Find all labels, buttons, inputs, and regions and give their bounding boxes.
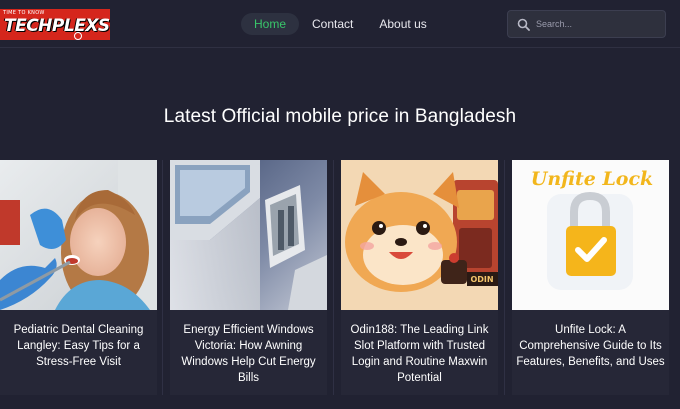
card-divider [162,160,163,395]
post-card[interactable]: Energy Efficient Windows Victoria: How A… [170,160,327,395]
logo-wordmark: TECHPLEXS [4,16,110,36]
top-navigation-bar: TIME TO KNOW TECHPLEXS Home Contact Abou… [0,0,680,48]
search-input[interactable] [536,16,661,32]
search-box [507,10,666,38]
section-title: Latest Official mobile price in Banglade… [163,106,517,127]
svg-text:ODIN: ODIN [470,275,493,284]
nav-home-link[interactable]: Home [241,13,300,35]
nav-about-link[interactable]: About us [366,13,439,35]
padlock-caption: Unfite Lock [531,168,653,190]
logo-badge-icon [74,32,82,40]
window-frame-photo[interactable] [170,160,327,310]
padlock-illustration[interactable]: Unfite Lock [512,160,669,310]
search-icon[interactable] [517,18,530,31]
post-card[interactable]: Unfite Lock Unfite Lock: A Comprehensive… [512,160,669,395]
cartoon-dog-illustration[interactable]: ODIN [341,160,498,310]
post-card[interactable]: ODIN Odin188: The Leading Link Slot Plat… [341,160,498,395]
post-title[interactable]: Energy Efficient Windows Victoria: How A… [174,322,323,386]
dentist-child-photo[interactable] [0,160,157,310]
post-card[interactable]: Pediatric Dental Cleaning Langley: Easy … [0,160,157,395]
post-title[interactable]: Odin188: The Leading Link Slot Platform … [345,322,494,386]
post-title[interactable]: Unfite Lock: A Comprehensive Guide to It… [516,322,665,370]
nav-contact-link[interactable]: Contact [299,13,366,35]
card-divider [333,160,334,395]
post-title[interactable]: Pediatric Dental Cleaning Langley: Easy … [4,322,153,370]
card-divider [504,160,505,395]
main-nav: Home Contact About us [241,13,440,35]
site-logo[interactable]: TIME TO KNOW TECHPLEXS [0,9,110,40]
